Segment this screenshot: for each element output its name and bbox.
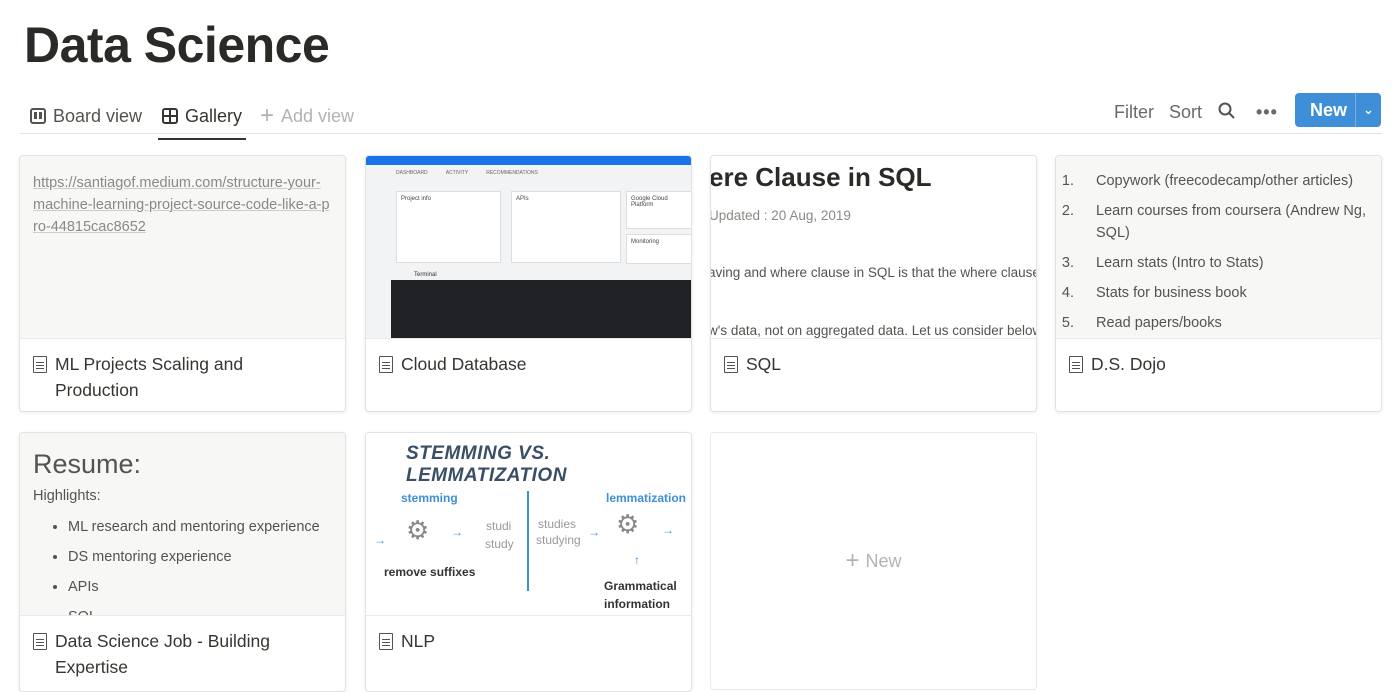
tab-label: Board view	[53, 105, 143, 126]
new-label: New	[1310, 99, 1348, 120]
card-title: Cloud Database	[401, 354, 527, 374]
page-title: Data Science	[24, 17, 330, 73]
preview-text: Terminal	[414, 272, 437, 278]
card-title: D.S. Dojo	[1091, 354, 1166, 374]
preview-heading: Resume:	[33, 449, 142, 479]
preview-text: study	[485, 537, 514, 551]
list-item: Learn stats (Intro to Stats)	[1078, 252, 1368, 274]
preview-text: Updated : 20 Aug, 2019	[711, 208, 851, 223]
board-icon	[30, 108, 46, 124]
list-item: Read papers/books	[1078, 312, 1368, 334]
list-text: Copywork (freecodecamp/other articles)	[1096, 173, 1354, 189]
list-item: APIs	[68, 572, 332, 602]
page-icon	[724, 356, 738, 373]
preview-text: w's data, not on aggregated data. Let us…	[711, 323, 1036, 338]
gallery-card[interactable]: Copywork (freecodecamp/other articles) L…	[1055, 155, 1382, 412]
new-card-button[interactable]: + New	[710, 432, 1037, 690]
filter-button[interactable]: Filter	[1114, 102, 1154, 123]
list-text: Learn stats (Intro to Stats)	[1096, 255, 1264, 271]
tab-gallery[interactable]: Gallery	[157, 102, 247, 140]
gallery-card[interactable]: STEMMING VS. LEMMATIZATION stemming ⚙ → …	[365, 432, 692, 692]
card-title: Data Science Job - Building Expertise	[55, 631, 270, 677]
search-icon[interactable]	[1218, 102, 1236, 125]
card-preview-image: STEMMING VS. LEMMATIZATION stemming ⚙ → …	[366, 433, 691, 616]
card-preview-image: DASHBOARD ACTIVITY RECOMMENDATIONS Project…	[366, 156, 691, 339]
preview-text: Google Cloud Platform	[626, 191, 691, 229]
chevron-down-icon[interactable]: ⌄	[1355, 93, 1381, 127]
card-preview: Copywork (freecodecamp/other articles) L…	[1056, 156, 1381, 339]
page-icon	[379, 633, 393, 650]
list-item: ML research and mentoring experience	[68, 512, 332, 542]
new-card-label: New	[865, 550, 902, 571]
sort-button[interactable]: Sort	[1169, 102, 1202, 123]
list-item: Copywork (freecodecamp/other articles)	[1078, 170, 1368, 192]
preview-text: DASHBOARD	[396, 170, 428, 176]
tab-label: Gallery	[185, 105, 243, 126]
preview-text: RECOMMENDATIONS	[486, 170, 538, 176]
preview-text: studies	[538, 517, 577, 531]
preview-text: Highlights:	[33, 488, 101, 504]
preview-link[interactable]: https://santiagof.medium.com/structure-y…	[20, 156, 345, 254]
card-title: NLP	[401, 631, 436, 651]
preview-text: Monitoring	[626, 234, 691, 264]
preview-text: aving and where clause in SQL is that th…	[711, 265, 1036, 280]
card-title: SQL	[746, 354, 782, 374]
preview-text: information	[604, 597, 670, 611]
preview-text: stemming	[401, 491, 458, 505]
view-tabs: Board view Gallery + Add view Filter Sort…	[20, 96, 1382, 140]
list-text: Stats for business book	[1096, 285, 1247, 301]
preview-text: ACTIVITY	[445, 170, 469, 176]
more-options-icon[interactable]: •••	[1256, 102, 1278, 123]
card-title: ML Projects Scaling and Production	[55, 354, 244, 400]
add-view-label: Add view	[281, 105, 355, 126]
gallery-icon	[162, 108, 178, 124]
card-preview: Resume: Highlights: ML research and ment…	[20, 433, 345, 616]
plus-icon: +	[260, 102, 275, 129]
new-button[interactable]: New ⌄	[1295, 93, 1381, 127]
plus-icon: +	[845, 547, 860, 574]
gallery-card[interactable]: DASHBOARD ACTIVITY RECOMMENDATIONS Project…	[365, 155, 692, 412]
preview-text: ere Clause in SQL	[711, 162, 932, 192]
preview-text: APIs	[511, 191, 621, 263]
list-item: SQL	[68, 602, 332, 615]
card-preview: https://santiagof.medium.com/structure-y…	[20, 156, 345, 339]
page-icon	[33, 356, 47, 373]
preview-text: remove suffixes	[384, 565, 476, 579]
page-icon	[1069, 356, 1083, 373]
tab-board-view[interactable]: Board view	[30, 102, 142, 130]
list-item: DS mentoring experience	[68, 542, 332, 572]
page-icon	[33, 633, 47, 650]
gallery-card[interactable]: ere Clause in SQL Updated : 20 Aug, 2019…	[710, 155, 1037, 412]
add-view-button[interactable]: + Add view	[260, 102, 354, 130]
card-preview-image: ere Clause in SQL Updated : 20 Aug, 2019…	[711, 156, 1036, 339]
list-item: Stats for business book	[1078, 282, 1368, 304]
preview-text: studying	[536, 533, 581, 547]
gear-icon: ⚙	[406, 515, 430, 545]
list-text: Read papers/books	[1096, 315, 1222, 331]
page-icon	[379, 356, 393, 373]
preview-text: studi	[486, 519, 512, 533]
gallery-card[interactable]: https://santiagof.medium.com/structure-y…	[19, 155, 346, 412]
preview-text: Grammatical	[604, 579, 677, 593]
gallery-card[interactable]: Resume: Highlights: ML research and ment…	[19, 432, 346, 692]
preview-text: lemmatization	[606, 491, 687, 505]
gear-icon: ⚙	[616, 509, 640, 539]
preview-text: STEMMING VS. LEMMATIZATION	[406, 443, 567, 486]
preview-text: Project info	[396, 191, 501, 263]
list-item: Learn courses from coursera (Andrew Ng, …	[1078, 200, 1368, 244]
list-text: Learn courses from coursera (Andrew Ng, …	[1096, 203, 1366, 241]
